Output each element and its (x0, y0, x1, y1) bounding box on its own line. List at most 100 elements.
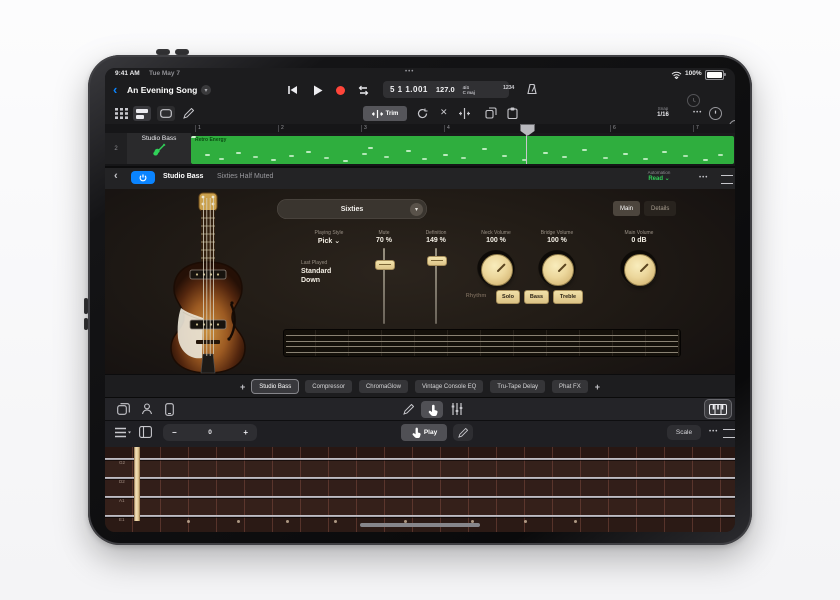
string-a[interactable] (105, 496, 735, 498)
grid-view-icon[interactable] (115, 108, 128, 119)
clock-icon[interactable] (687, 94, 700, 107)
split-scissors-icon[interactable]: ✕ (440, 107, 448, 118)
string-e[interactable] (105, 515, 735, 517)
pencil-tool-icon[interactable] (183, 108, 194, 119)
loop-tool-icon[interactable] (417, 108, 428, 119)
trim-tool-button[interactable]: Trim (363, 106, 407, 121)
definition-slider-handle[interactable] (427, 256, 447, 266)
plugin-power-button[interactable] (131, 171, 155, 184)
record-button[interactable] (336, 85, 345, 95)
plugin-patch-name[interactable]: Sixties Half Muted (217, 173, 273, 180)
pickup-button-treble[interactable]: Treble (553, 290, 583, 304)
pickup-button-bass[interactable]: Bass (524, 290, 549, 304)
view-list-icon[interactable] (115, 427, 131, 438)
plugin-resize-handle-icon[interactable] (721, 175, 733, 184)
track-row: 2 Studio Bass Retro Energy (105, 133, 735, 164)
last-played-line1: Standard (301, 268, 332, 275)
device-icon[interactable] (165, 402, 174, 416)
status-date: Tue May 7 (149, 70, 180, 77)
chain-item-chromaglow[interactable]: ChromaGlow (358, 380, 408, 393)
touch-play-mode-button[interactable] (421, 401, 443, 418)
track-header[interactable]: Studio Bass (127, 133, 191, 164)
playing-style-value[interactable]: Pick ⌄ (297, 237, 361, 245)
toolbar-more-button[interactable]: ••• (693, 110, 702, 116)
main-volume-value: 0 dB (631, 237, 647, 244)
home-indicator[interactable] (360, 523, 480, 527)
automation-control[interactable]: Automation Read ⌄ (637, 169, 681, 183)
edit-pencil-icon[interactable] (403, 404, 414, 415)
chain-item-studio-bass[interactable]: Studio Bass (252, 380, 299, 393)
count-in-icon[interactable]: 1234 (503, 85, 514, 91)
automation-label: Automation (647, 170, 671, 175)
mute-value: 70 % (376, 237, 392, 244)
sound-library-icon[interactable] (141, 403, 153, 415)
keyboard-view-button[interactable] (705, 400, 731, 418)
pickup-button-rhythm[interactable]: Rhythm (461, 290, 491, 302)
plugin-back-button[interactable]: ‹ (114, 170, 118, 182)
octave-plus-button[interactable]: + (243, 428, 248, 437)
definition-label: Definition (425, 230, 447, 236)
sidebar-toggle-icon[interactable] (139, 426, 152, 438)
window-drag-handle[interactable]: ••• (405, 69, 414, 75)
studio-bass-plugin-panel: Sixties ▾ Main Details Playing Style Pic… (105, 189, 735, 374)
midi-region[interactable]: Retro Energy (191, 136, 734, 164)
go-to-beginning-button[interactable] (287, 85, 298, 95)
chain-item-phat-fx[interactable]: Phat FX (552, 380, 588, 393)
chain-item-vintage-console-eq[interactable]: Vintage Console EQ (414, 380, 484, 393)
chain-item-compressor[interactable]: Compressor (305, 380, 352, 393)
faders-icon[interactable] (451, 403, 463, 415)
string-label-d: D2 (119, 479, 125, 484)
song-menu-chevron-icon[interactable]: ▾ (201, 85, 211, 95)
add-plugin-button[interactable]: + (240, 382, 245, 392)
back-button[interactable]: ‹ (113, 82, 117, 97)
paste-icon[interactable] (507, 107, 518, 119)
scale-button[interactable]: Scale (667, 425, 701, 440)
string-d[interactable] (105, 477, 735, 479)
main-volume-knob[interactable] (620, 250, 658, 288)
fretboard-strip[interactable] (283, 329, 681, 357)
tab-details[interactable]: Details (644, 201, 677, 216)
automation-mode: Read ⌄ (648, 176, 670, 182)
surface-more-button[interactable]: ••• (709, 429, 718, 435)
surface-collapse-handle[interactable] (723, 429, 735, 438)
song-title[interactable]: An Evening Song (127, 85, 197, 95)
bass-fretboard-play-surface[interactable]: G2 D2 A1 E1 (105, 447, 735, 532)
ruler-number: 7 (693, 125, 699, 132)
status-time: 9:41 AM (115, 70, 140, 77)
play-mode-button[interactable]: Play (401, 424, 447, 441)
pickup-button-solo[interactable]: Solo (496, 290, 520, 304)
preset-selector[interactable]: Sixties ▾ (277, 199, 427, 219)
plugin-more-button[interactable]: ••• (699, 175, 708, 181)
copy-icon[interactable] (485, 107, 497, 119)
power-icon[interactable] (709, 107, 722, 120)
chain-item-tru-tape-delay[interactable]: Tru-Tape Delay (490, 380, 546, 393)
octave-stepper[interactable]: − 0 + (163, 424, 257, 441)
trim-tool-label: Trim (385, 110, 399, 117)
lcd-tempo: 127.0 (435, 85, 455, 94)
tab-main[interactable]: Main (613, 201, 641, 216)
metronome-icon[interactable] (526, 83, 538, 95)
edit-mode-button[interactable] (453, 424, 473, 441)
snap-control[interactable]: Snap 1/16 (645, 105, 681, 119)
cycle-button[interactable] (357, 85, 370, 96)
region-inspector-button[interactable] (157, 106, 175, 121)
add-plugin-button-end[interactable]: + (595, 382, 600, 392)
track-number[interactable]: 2 (105, 133, 127, 164)
bridge-volume-knob[interactable] (538, 250, 576, 288)
logic-pro-screen: 9:41 AM Tue May 7 ••• 100% ‹ An Evening … (105, 68, 735, 532)
play-button[interactable] (313, 85, 323, 96)
octave-minus-button[interactable]: − (172, 428, 177, 437)
split-at-playhead-icon[interactable] (459, 108, 470, 119)
main-volume-label: Main Volume (624, 230, 654, 236)
play-mode-label: Play (423, 429, 438, 436)
string-g[interactable] (105, 458, 735, 460)
browser-icon[interactable] (117, 403, 130, 415)
lcd-key: C maj (462, 89, 475, 95)
bridge-volume-value: 100 % (547, 237, 567, 244)
neck-volume-knob[interactable] (477, 250, 515, 288)
tracks-view-button[interactable] (133, 106, 151, 121)
last-played-line2: Down (301, 277, 321, 284)
octave-value: 0 (208, 429, 212, 436)
lcd-display[interactable]: 5 1 1.001 127.0 4/4 C maj (383, 81, 509, 98)
mute-slider-handle[interactable] (375, 260, 395, 270)
